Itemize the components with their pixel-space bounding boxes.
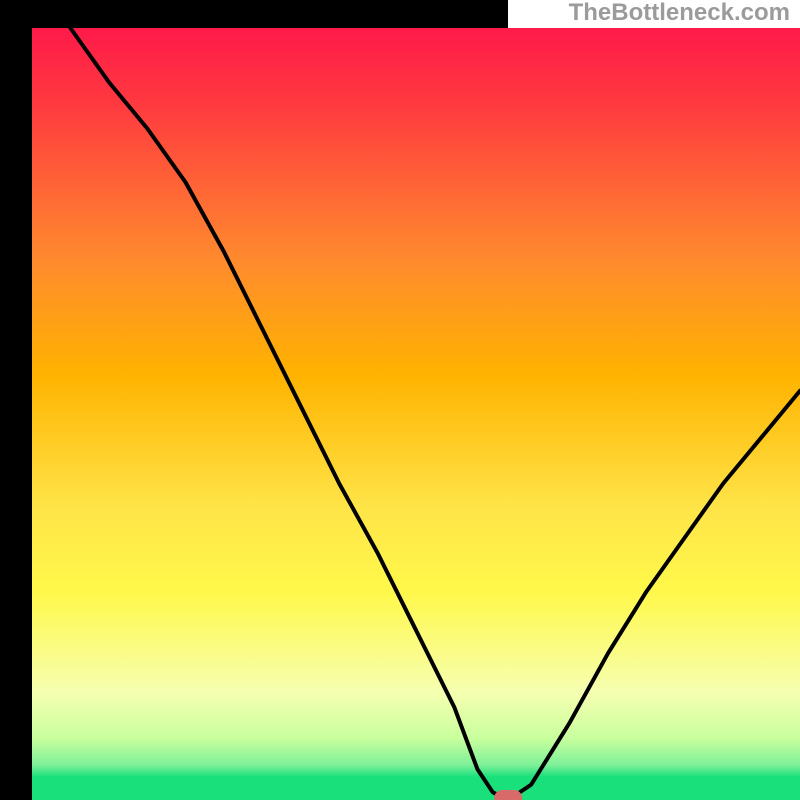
- watermark-text: TheBottleneck.com: [569, 0, 790, 26]
- bottleneck-chart: [0, 0, 800, 800]
- chart-container: TheBottleneck.com: [0, 0, 800, 800]
- optimal-marker: [494, 790, 522, 800]
